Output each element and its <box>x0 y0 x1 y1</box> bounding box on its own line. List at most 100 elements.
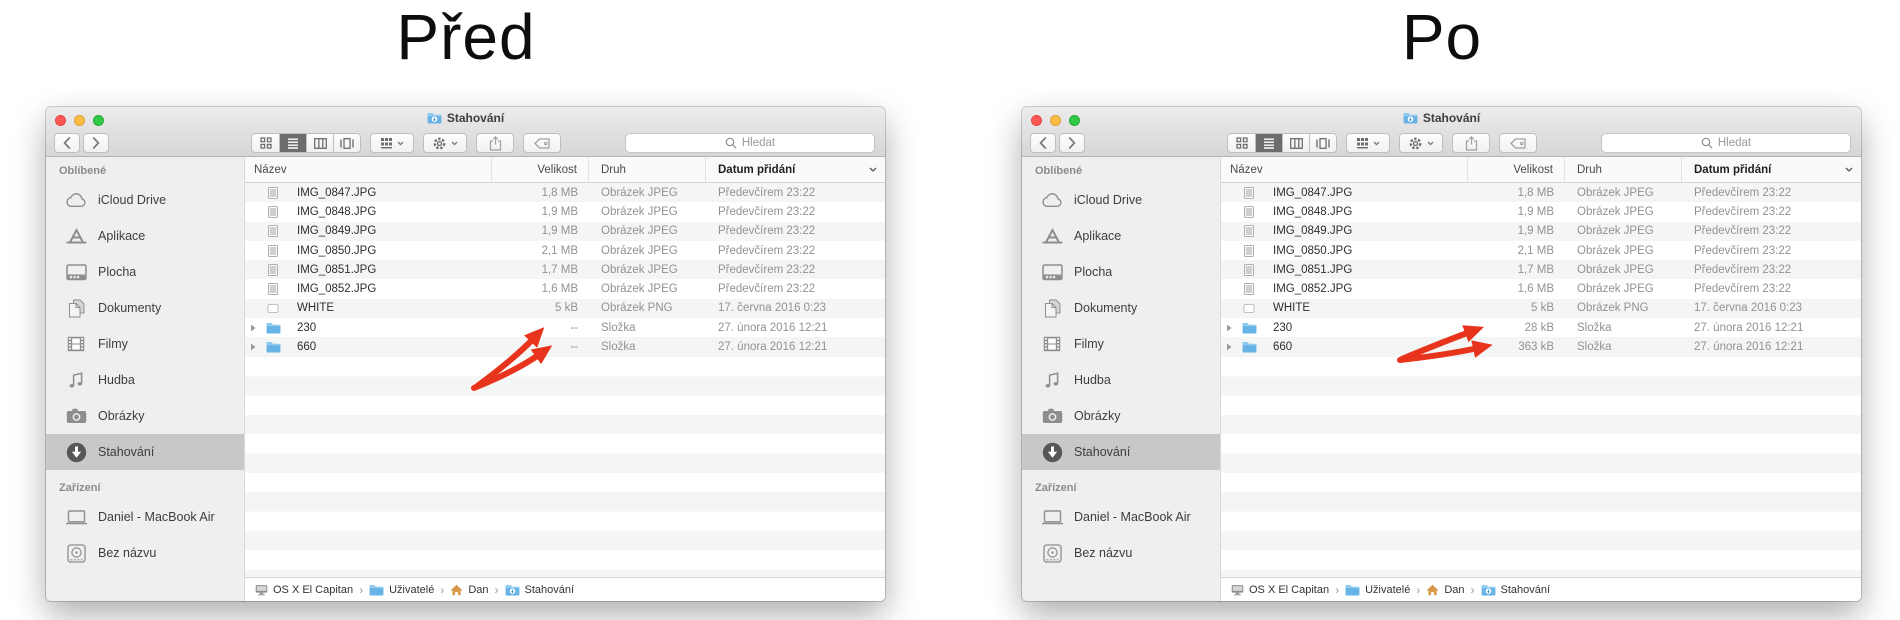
column-header-name[interactable]: Název <box>245 157 492 182</box>
disclosure-triangle-icon[interactable] <box>248 227 257 235</box>
coverflow-view-button[interactable] <box>333 134 360 152</box>
disclosure-triangle-icon[interactable] <box>1224 266 1233 274</box>
file-row[interactable]: IMG_0849.JPG 1,9 MB Obrázek JPEG Předevč… <box>245 221 885 241</box>
file-row[interactable]: IMG_0850.JPG 2,1 MB Obrázek JPEG Předevč… <box>1221 241 1861 260</box>
sidebar-item[interactable]: Daniel - MacBook Air <box>46 499 244 535</box>
column-header-size[interactable]: Velikost <box>1468 157 1565 182</box>
breadcrumb-item[interactable]: › Uživatelé <box>353 583 434 597</box>
breadcrumb-item[interactable]: › Dan <box>1410 583 1464 597</box>
file-row[interactable]: 230 28 kB Složka 27. února 2016 12:21 <box>1221 318 1861 337</box>
file-row[interactable]: 230 -- Složka 27. února 2016 12:21 <box>245 318 885 337</box>
sidebar-item[interactable]: Hudba <box>1022 362 1220 398</box>
column-header-name[interactable]: Název <box>1221 157 1468 182</box>
file-row[interactable]: WHITE 5 kB Obrázek PNG 17. června 2016 0… <box>245 298 885 319</box>
list-view-button[interactable] <box>1255 134 1282 152</box>
sidebar-item[interactable]: Bez názvu <box>46 535 244 571</box>
tag-button[interactable] <box>1499 133 1537 153</box>
disclosure-triangle-icon[interactable] <box>1224 285 1233 293</box>
back-button[interactable] <box>1030 133 1056 153</box>
file-row[interactable]: IMG_0851.JPG 1,7 MB Obrázek JPEG Předevč… <box>1221 260 1861 280</box>
file-row[interactable]: IMG_0847.JPG 1,8 MB Obrázek JPEG Předevč… <box>245 183 885 203</box>
share-button[interactable] <box>476 133 514 153</box>
file-row[interactable]: WHITE 5 kB Obrázek PNG 17. června 2016 0… <box>1221 298 1861 319</box>
sidebar-item[interactable]: Stahování <box>1022 434 1220 470</box>
sidebar-item[interactable]: Filmy <box>1022 326 1220 362</box>
breadcrumb-item[interactable]: › OS X El Capitan <box>255 584 353 596</box>
file-row[interactable]: 660 363 kB Složka 27. února 2016 12:21 <box>1221 337 1861 357</box>
arrange-button[interactable] <box>1346 133 1390 153</box>
icon-view-button[interactable] <box>252 134 279 152</box>
column-view-button[interactable] <box>1282 134 1309 152</box>
png-icon <box>1233 301 1267 315</box>
breadcrumb-item[interactable]: › Uživatelé <box>1329 583 1410 597</box>
breadcrumb-item[interactable]: › Stahování <box>1465 583 1551 597</box>
disclosure-triangle-icon[interactable] <box>1224 324 1233 332</box>
file-row[interactable]: IMG_0852.JPG 1,6 MB Obrázek JPEG Předevč… <box>245 279 885 298</box>
forward-button[interactable] <box>1059 133 1085 153</box>
sidebar-item[interactable]: Dokumenty <box>46 290 244 326</box>
sidebar-item[interactable]: Hudba <box>46 362 244 398</box>
disclosure-triangle-icon[interactable] <box>248 247 257 255</box>
disclosure-triangle-icon[interactable] <box>1224 208 1233 216</box>
disclosure-triangle-icon[interactable] <box>1224 189 1233 197</box>
file-row[interactable]: 660 -- Složka 27. února 2016 12:21 <box>245 337 885 357</box>
disclosure-triangle-icon[interactable] <box>248 285 257 293</box>
disclosure-triangle-icon[interactable] <box>248 304 257 312</box>
sidebar-item[interactable]: iCloud Drive <box>46 182 244 218</box>
breadcrumb-item[interactable]: › Dan <box>434 583 488 597</box>
column-header-kind[interactable]: Druh <box>1565 157 1682 182</box>
column-header-kind[interactable]: Druh <box>589 157 706 182</box>
disclosure-triangle-icon[interactable] <box>248 343 257 351</box>
search-input[interactable]: Hledat <box>1601 133 1851 153</box>
sidebar-item[interactable]: Bez názvu <box>1022 535 1220 571</box>
file-row[interactable]: IMG_0850.JPG 2,1 MB Obrázek JPEG Předevč… <box>245 241 885 260</box>
icon-view-button[interactable] <box>1228 134 1255 152</box>
tag-button[interactable] <box>523 133 561 153</box>
disclosure-triangle-icon[interactable] <box>1224 304 1233 312</box>
sidebar-item[interactable]: Plocha <box>46 254 244 290</box>
column-view-button[interactable] <box>306 134 333 152</box>
disclosure-triangle-icon[interactable] <box>248 189 257 197</box>
file-row[interactable]: IMG_0848.JPG 1,9 MB Obrázek JPEG Předevč… <box>1221 202 1861 221</box>
sidebar-item[interactable]: Aplikace <box>46 218 244 254</box>
sidebar-item[interactable]: Filmy <box>46 326 244 362</box>
sidebar-item[interactable]: Obrázky <box>46 398 244 434</box>
forward-button[interactable] <box>83 133 109 153</box>
column-header-date[interactable]: Datum přidání <box>706 157 885 182</box>
sidebar-item[interactable]: Stahování <box>46 434 244 470</box>
sidebar-item[interactable]: Aplikace <box>1022 218 1220 254</box>
sidebar-item[interactable]: iCloud Drive <box>1022 182 1220 218</box>
disclosure-triangle-icon[interactable] <box>1224 343 1233 351</box>
share-button[interactable] <box>1452 133 1490 153</box>
file-row[interactable]: IMG_0852.JPG 1,6 MB Obrázek JPEG Předevč… <box>1221 279 1861 298</box>
sidebar-item[interactable]: Daniel - MacBook Air <box>1022 499 1220 535</box>
arrange-button[interactable] <box>370 133 414 153</box>
list-view-button[interactable] <box>279 134 306 152</box>
breadcrumb-item[interactable]: › OS X El Capitan <box>1231 584 1329 596</box>
file-row[interactable]: IMG_0851.JPG 1,7 MB Obrázek JPEG Předevč… <box>245 260 885 280</box>
column-header-size[interactable]: Velikost <box>492 157 589 182</box>
search-input[interactable]: Hledat <box>625 133 875 153</box>
breadcrumb-item[interactable]: › Stahování <box>489 583 575 597</box>
action-button[interactable] <box>1399 133 1443 153</box>
file-row[interactable]: IMG_0848.JPG 1,9 MB Obrázek JPEG Předevč… <box>245 202 885 221</box>
column-header-date[interactable]: Datum přidání <box>1682 157 1861 182</box>
action-button[interactable] <box>423 133 467 153</box>
sidebar-item[interactable]: Plocha <box>1022 254 1220 290</box>
disclosure-triangle-icon[interactable] <box>248 208 257 216</box>
list-header: Název Velikost Druh Datum přidání <box>1221 157 1861 183</box>
coverflow-view-button[interactable] <box>1309 134 1336 152</box>
disclosure-triangle-icon[interactable] <box>248 324 257 332</box>
file-kind: Obrázek JPEG <box>1577 205 1654 218</box>
back-button[interactable] <box>54 133 80 153</box>
breadcrumb-label: Uživatelé <box>389 583 435 596</box>
sidebar-item[interactable]: Dokumenty <box>1022 290 1220 326</box>
disclosure-triangle-icon[interactable] <box>1224 247 1233 255</box>
sidebar-item[interactable]: Obrázky <box>1022 398 1220 434</box>
disclosure-triangle-icon[interactable] <box>1224 227 1233 235</box>
search-icon <box>1701 137 1713 149</box>
file-row[interactable]: IMG_0849.JPG 1,9 MB Obrázek JPEG Předevč… <box>1221 221 1861 241</box>
file-size: 5 kB <box>554 302 578 315</box>
disclosure-triangle-icon[interactable] <box>248 266 257 274</box>
file-row[interactable]: IMG_0847.JPG 1,8 MB Obrázek JPEG Předevč… <box>1221 183 1861 203</box>
